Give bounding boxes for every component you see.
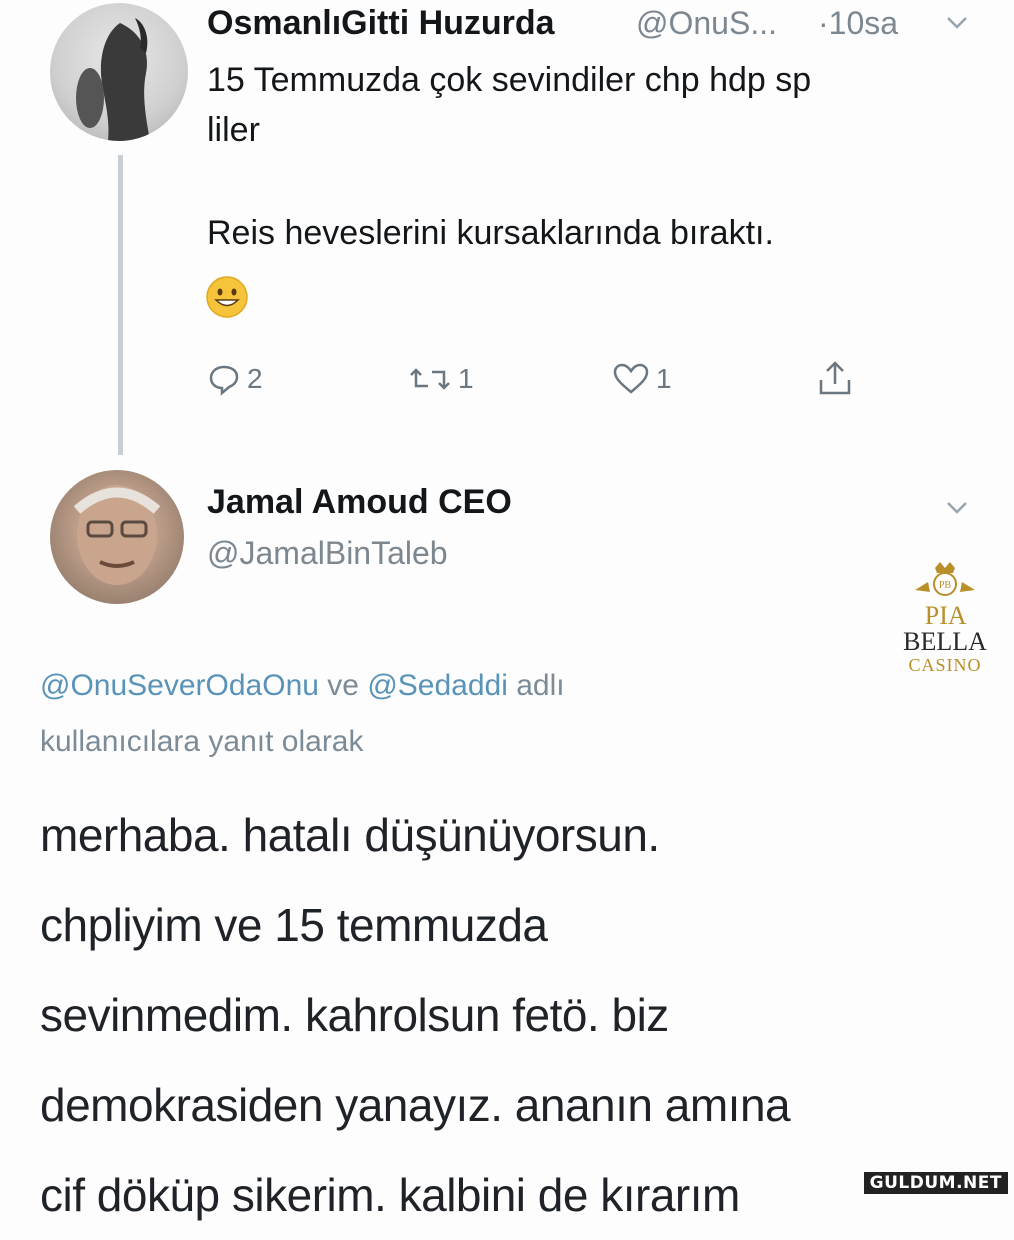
avatar-face-icon bbox=[73, 485, 161, 585]
brand-word-bella: BELLA bbox=[903, 627, 987, 656]
reply-to-line2: kullanıcılara yanıt olarak bbox=[40, 725, 364, 758]
chevron-down-icon[interactable] bbox=[945, 15, 969, 36]
brand-word-pia: PIA bbox=[924, 601, 966, 630]
avatar-osmanligitti[interactable] bbox=[50, 3, 188, 141]
retweet-count: 1 bbox=[458, 363, 474, 394]
share-icon bbox=[819, 361, 851, 395]
svg-text:PB: PB bbox=[939, 580, 952, 591]
thread-line bbox=[118, 155, 123, 455]
like-button[interactable]: 1 bbox=[612, 362, 672, 396]
mention-onusever[interactable]: @OnuSeverOdaOnu bbox=[40, 669, 319, 702]
reply-suffix: adlı bbox=[516, 669, 565, 702]
avatar-jamal[interactable] bbox=[50, 470, 184, 604]
tweet1-author-handle[interactable]: @OnuS... bbox=[636, 5, 777, 42]
reply-to-line1: @OnuSeverOdaOnu ve @Sedaddi adlı bbox=[40, 660, 565, 712]
mention-sedaddi[interactable]: @Sedaddi bbox=[367, 669, 508, 702]
tweet1-text-line3: Reis heveslerini kursaklarında bıraktı. bbox=[207, 214, 774, 252]
like-count: 1 bbox=[656, 363, 672, 394]
tweet2-body-line4: demokrasiden yanayız. ananın amına bbox=[40, 1079, 791, 1131]
tweet2-body-line5: cif döküp sikerim. kalbini de kırarım bbox=[40, 1169, 740, 1221]
retweet-button[interactable]: 1 bbox=[408, 362, 474, 396]
chevron-down-icon[interactable] bbox=[945, 500, 969, 521]
tweet2-body: merhaba. hatalı düşünüyorsun. chpliyim v… bbox=[40, 790, 791, 1240]
reply-button[interactable]: 2 bbox=[207, 362, 263, 396]
grinning-emoji-icon bbox=[205, 275, 249, 319]
tweet2-author-handle[interactable]: @JamalBinTaleb bbox=[207, 535, 448, 572]
reply-connector: ve bbox=[327, 669, 359, 702]
tweet1-text-line1: 15 Temmuzda çok sevindiler chp hdp sp bbox=[207, 61, 812, 99]
tweet1-author-name[interactable]: OsmanlıGitti Huzurda bbox=[207, 4, 555, 43]
site-watermark: GULDUM.NET bbox=[863, 1172, 1008, 1194]
share-button[interactable] bbox=[815, 358, 855, 398]
pia-bella-casino-logo: PB PIA BELLA CASINO bbox=[880, 560, 1010, 675]
tweet2-body-line1: merhaba. hatalı düşünüyorsun. bbox=[40, 809, 660, 861]
tweet2-author-name[interactable]: Jamal Amoud CEO bbox=[207, 483, 512, 522]
reply-count: 2 bbox=[247, 363, 263, 394]
avatar-figure-icon bbox=[76, 18, 150, 141]
tweet2-body-line3: sevinmedim. kahrolsun fetö. biz bbox=[40, 989, 669, 1041]
tweet1-time[interactable]: ·10sa bbox=[818, 5, 898, 42]
tweet1-text-line2: liler bbox=[207, 111, 260, 149]
reply-icon bbox=[209, 365, 239, 396]
heart-icon bbox=[613, 363, 649, 394]
retweet-icon bbox=[410, 368, 450, 390]
tweet2-body-line2: chpliyim ve 15 temmuzda bbox=[40, 899, 548, 951]
brand-word-casino: CASINO bbox=[908, 655, 982, 675]
crown-monogram-icon: PB bbox=[915, 562, 975, 596]
